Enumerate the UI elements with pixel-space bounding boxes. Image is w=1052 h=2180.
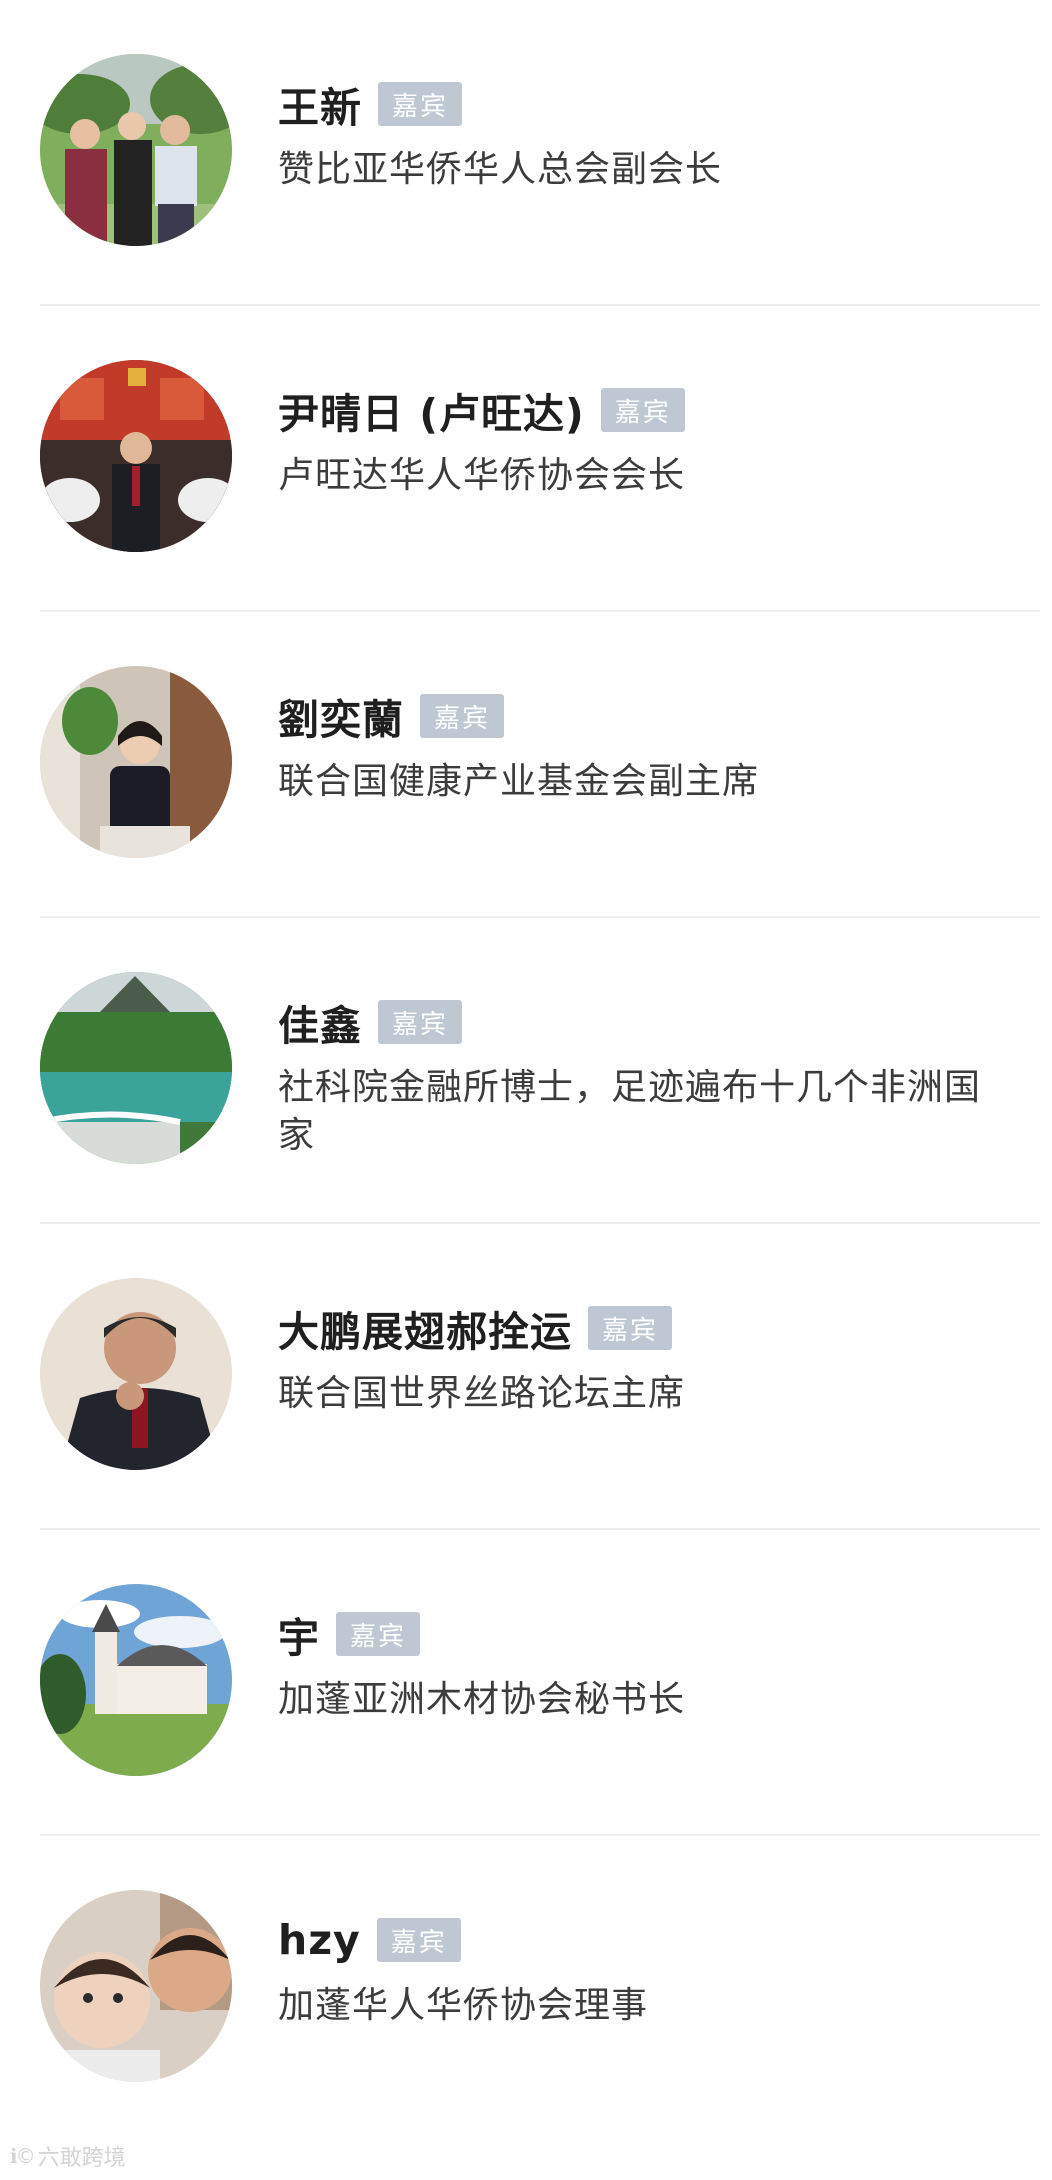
guest-title: 赞比亚华侨华人总会副会长 [278, 149, 723, 190]
lake-waterfall-photo-image [40, 972, 232, 1164]
name-line: 宇 嘉宾 [278, 1606, 421, 1662]
guest-row[interactable]: 佳鑫 嘉宾 社科院金融所博士，足迹遍布十几个非洲国家 [0, 918, 1052, 1224]
guest-badge: 嘉宾 [336, 1612, 421, 1656]
avatar[interactable] [40, 1584, 232, 1776]
name-line: 王新 嘉宾 [278, 76, 463, 132]
woman-portrait-photo-image [40, 666, 232, 858]
guest-row[interactable]: 大鹏展翅郝拴运 嘉宾 联合国世界丝路论坛主席 [0, 1224, 1052, 1530]
avatar[interactable] [40, 666, 232, 858]
banquet-hall-photo-image [40, 360, 232, 552]
guest-row[interactable]: hzy 嘉宾 加蓬华人华侨协会理事 [0, 1836, 1052, 2142]
avatar[interactable] [40, 360, 232, 552]
man-portrait-photo-image [40, 1278, 232, 1470]
guest-badge: 嘉宾 [600, 388, 685, 432]
guest-name: 尹晴日 (卢旺达) [278, 390, 585, 438]
avatar[interactable] [40, 54, 232, 246]
guest-title: 社科院金融所博士，足迹遍布十几个非洲国家 [278, 1067, 982, 1156]
name-line: 佳鑫 嘉宾 [278, 994, 463, 1050]
guest-title: 联合国健康产业基金会副主席 [278, 761, 760, 802]
guest-title: 加蓬华人华侨协会理事 [278, 1985, 649, 2026]
name-line: 尹晴日 (卢旺达) 嘉宾 [278, 382, 685, 438]
guest-badge: 嘉宾 [376, 1918, 461, 1962]
logo-icon: ℹ︎© [10, 2144, 36, 2168]
watermark: ℹ︎© 六敢跨境 [10, 2140, 126, 2172]
guest-row[interactable]: 尹晴日 (卢旺达) 嘉宾 卢旺达华人华侨协会会长 [0, 306, 1052, 612]
guest-name: 佳鑫 [278, 1002, 362, 1050]
children-photo-image [40, 1890, 232, 2082]
guest-name: 宇 [278, 1614, 320, 1662]
guest-row[interactable]: 宇 嘉宾 加蓬亚洲木材协会秘书长 [0, 1530, 1052, 1836]
guest-row[interactable]: 劉奕蘭 嘉宾 联合国健康产业基金会副主席 [0, 612, 1052, 918]
name-line: 劉奕蘭 嘉宾 [278, 688, 505, 744]
guest-title: 联合国世界丝路论坛主席 [278, 1373, 686, 1414]
avatar[interactable] [40, 972, 232, 1164]
guest-name: 劉奕蘭 [278, 696, 404, 744]
guest-badge: 嘉宾 [420, 694, 505, 738]
guest-title: 卢旺达华人华侨协会会长 [278, 455, 686, 496]
family-outdoor-photo-image [40, 54, 232, 246]
guest-badge: 嘉宾 [378, 1000, 463, 1044]
guest-badge: 嘉宾 [378, 82, 463, 126]
guest-row[interactable]: 王新 嘉宾 赞比亚华侨华人总会副会长 [0, 0, 1052, 306]
church-landscape-photo-image [40, 1584, 232, 1776]
name-line: 大鹏展翅郝拴运 嘉宾 [278, 1300, 673, 1356]
guest-name: 大鹏展翅郝拴运 [278, 1308, 572, 1356]
avatar[interactable] [40, 1890, 232, 2082]
guest-title: 加蓬亚洲木材协会秘书长 [278, 1679, 686, 1720]
watermark-text: 六敢跨境 [37, 2146, 126, 2171]
name-line: hzy 嘉宾 [278, 1912, 461, 1968]
guest-badge: 嘉宾 [588, 1306, 673, 1350]
avatar[interactable] [40, 1278, 232, 1470]
guest-name: 王新 [278, 84, 362, 132]
guest-name: hzy [278, 1916, 361, 1964]
